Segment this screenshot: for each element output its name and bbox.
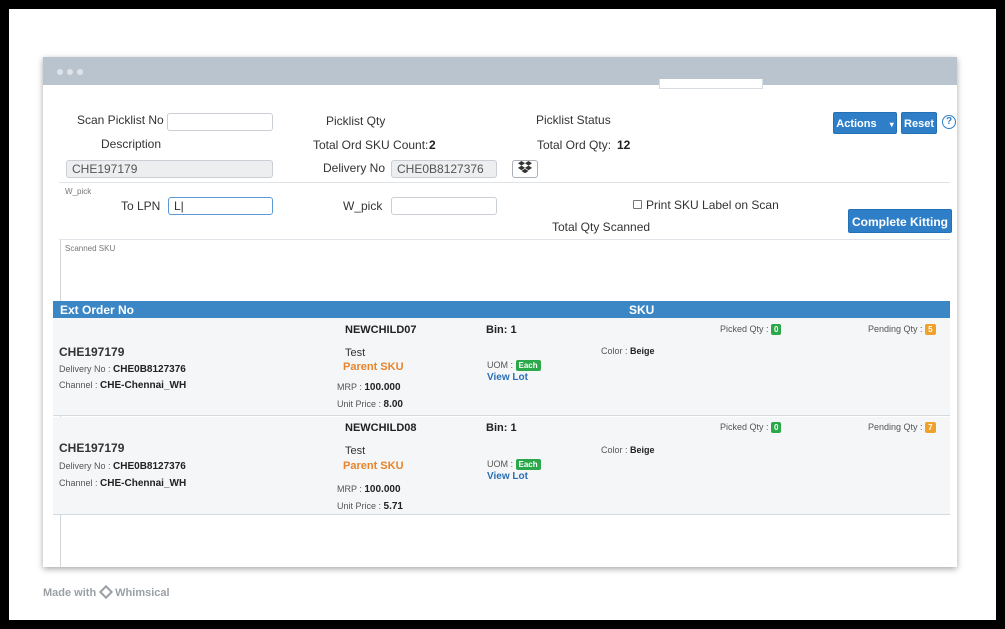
delivery-value: CHE0B8127376 [113, 364, 186, 375]
delivery-no-field: CHE0B8127376 [391, 160, 497, 178]
unit-price-value: 8.00 [383, 399, 403, 410]
color-value: Beige [630, 346, 655, 356]
parent-sku-link[interactable]: Parent SKU [343, 361, 404, 373]
window-dot-icon [67, 69, 73, 75]
ext-order-no: CHE197179 [59, 441, 125, 455]
mrp-label: MRP : [337, 382, 362, 392]
sku-code: NEWCHILD07 [345, 324, 417, 336]
screenshot-frame: Scan Picklist No Description CHE197179 P… [6, 6, 999, 623]
bin-value: 1 [510, 422, 517, 434]
dropbox-icon[interactable] [512, 160, 538, 178]
to-lpn-label: To LPN [121, 199, 161, 213]
pending-qty-label: Pending Qty : [868, 324, 923, 334]
wpick-section-label: W_pick [65, 187, 92, 196]
pending-qty-label: Pending Qty : [868, 422, 923, 432]
whimsical-logo-icon [99, 584, 114, 600]
sku-name: Test [345, 347, 366, 359]
unit-price-label: Unit Price : [337, 501, 382, 511]
sku-code: NEWCHILD08 [345, 422, 417, 434]
to-lpn-input[interactable] [168, 197, 273, 215]
divider [59, 182, 950, 183]
total-ord-sku-label: Total Ord SKU Count: [313, 138, 429, 152]
delivery-label: Delivery No : [59, 364, 111, 374]
unit-price-label: Unit Price : [337, 399, 382, 409]
mrp-value: 100.000 [364, 484, 401, 495]
uom-badge: Each [515, 360, 541, 371]
whimsical-watermark: Made with Whimsical [43, 584, 170, 600]
uom-badge: Each [515, 459, 541, 470]
mrp-label: MRP : [337, 484, 362, 494]
channel-label: Channel : [59, 380, 98, 390]
complete-kitting-button[interactable]: Complete Kitting [848, 209, 952, 233]
column-header-ext-order: Ext Order No [60, 303, 135, 317]
window-titlebar [43, 57, 957, 89]
window-dot-icon [77, 69, 83, 75]
uom-label: UOM : [487, 360, 513, 370]
main-content: Scan Picklist No Description CHE197179 P… [51, 105, 956, 567]
pending-qty-badge: 5 [925, 324, 936, 335]
description-label: Description [101, 137, 162, 151]
table-row: CHE197179 Delivery No : CHE0B8127376 Cha… [53, 318, 950, 416]
reset-button[interactable]: Reset [901, 112, 937, 134]
view-lot-link[interactable]: View Lot [487, 372, 528, 383]
delivery-label: Delivery No : [59, 461, 111, 471]
total-ord-qty-label: Total Ord Qty: [537, 138, 612, 152]
pending-qty-badge: 7 [925, 422, 936, 433]
mrp-value: 100.000 [364, 382, 401, 393]
whimsical-brand-label: Whimsical [115, 587, 170, 599]
channel-value: CHE-Chennai_WH [100, 478, 187, 489]
uom-label: UOM : [487, 459, 513, 469]
w-pick-input[interactable] [391, 197, 497, 215]
delivery-value: CHE0B8127376 [113, 461, 186, 472]
picklist-status-label: Picklist Status [536, 113, 611, 127]
parent-sku-link[interactable]: Parent SKU [343, 460, 404, 472]
table-row: CHE197179 Delivery No : CHE0B8127376 Cha… [53, 417, 950, 515]
bin-label: Bin: [486, 324, 508, 336]
scanned-sku-section-label: Scanned SKU [65, 244, 116, 253]
picked-qty-label: Picked Qty : [720, 422, 769, 432]
picked-qty-badge: 0 [771, 422, 782, 433]
actions-label: Actions [836, 118, 877, 130]
total-ord-sku-value: 2 [429, 138, 436, 152]
color-value: Beige [630, 445, 655, 455]
bin-value: 1 [510, 324, 517, 336]
column-header-sku: SKU [629, 303, 655, 317]
picklist-qty-label: Picklist Qty [326, 114, 386, 128]
window-dot-icon [57, 69, 63, 75]
total-ord-qty-value: 12 [617, 138, 631, 152]
description-field: CHE197179 [66, 160, 273, 178]
print-sku-checkbox[interactable] [633, 200, 642, 209]
channel-value: CHE-Chennai_WH [100, 380, 187, 391]
unit-price-value: 5.71 [383, 501, 403, 512]
actions-button[interactable]: Actions ▾ [833, 112, 897, 134]
picked-qty-label: Picked Qty : [720, 324, 769, 334]
color-label: Color : [601, 346, 628, 356]
print-sku-label: Print SKU Label on Scan [646, 198, 779, 212]
ext-order-no: CHE197179 [59, 345, 125, 359]
picked-qty-badge: 0 [771, 324, 782, 335]
caret-down-icon: ▾ [889, 120, 894, 129]
scan-picklist-label: Scan Picklist No [77, 113, 164, 127]
channel-label: Channel : [59, 478, 98, 488]
divider [59, 239, 950, 240]
view-lot-link[interactable]: View Lot [487, 471, 528, 482]
help-icon[interactable]: ? [942, 115, 956, 129]
delivery-no-label: Delivery No [323, 161, 386, 175]
w-pick-label: W_pick [343, 199, 383, 213]
scan-picklist-input[interactable] [167, 113, 273, 131]
table-header: Ext Order No SKU [53, 301, 950, 318]
bin-label: Bin: [486, 422, 508, 434]
header-search-field[interactable] [659, 79, 763, 89]
app-window: Scan Picklist No Description CHE197179 P… [43, 57, 957, 567]
color-label: Color : [601, 445, 628, 455]
sku-name: Test [345, 445, 366, 457]
made-with-label: Made with [43, 587, 97, 599]
total-qty-scanned-label: Total Qty Scanned [552, 220, 651, 234]
